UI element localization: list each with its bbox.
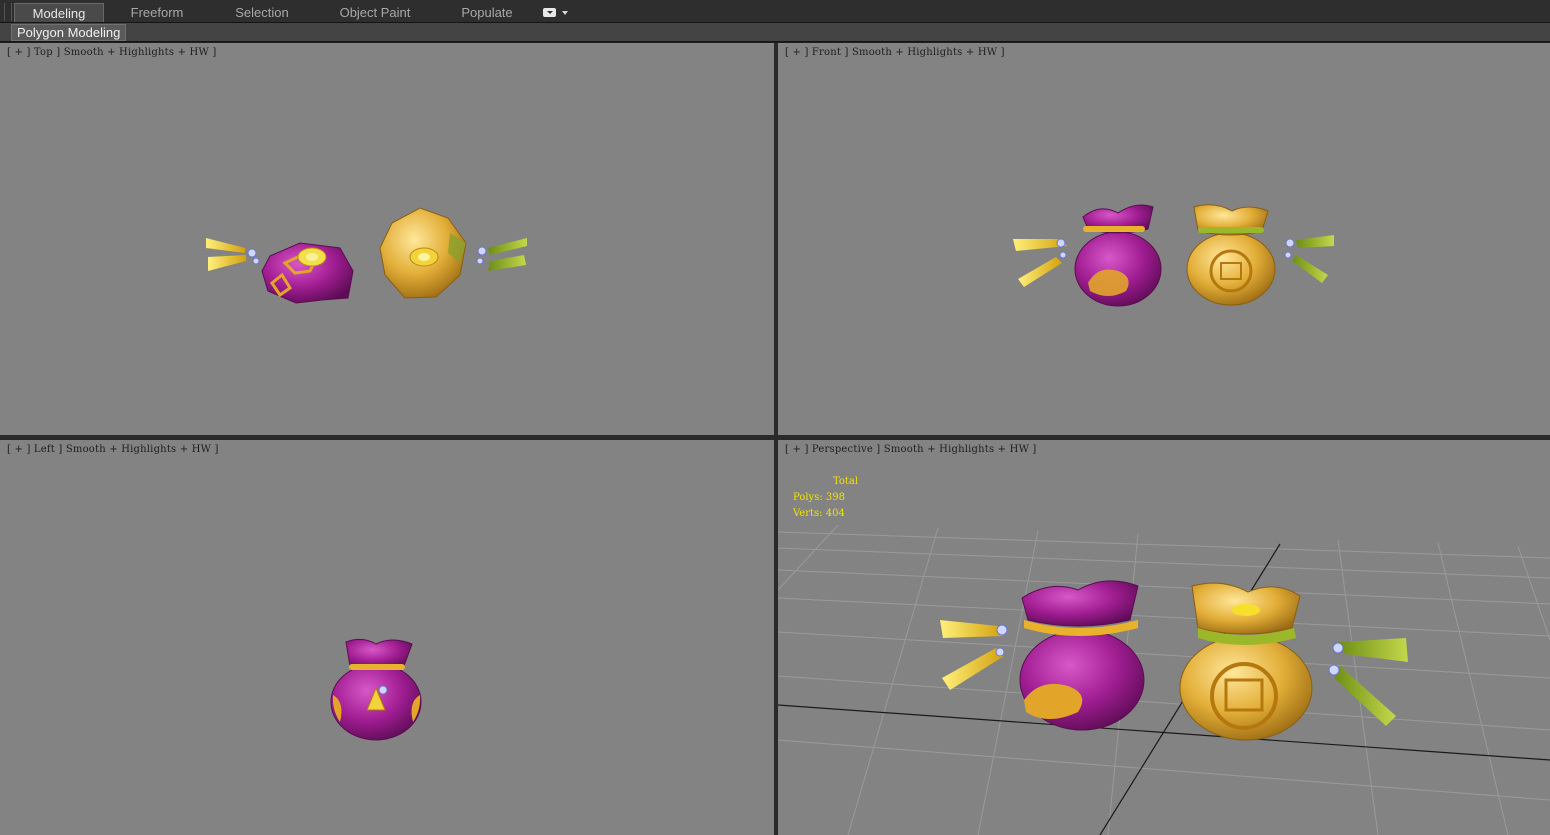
viewport-front[interactable]: [ + ] Front ] Smooth + Highlights + HW ] [778,43,1550,435]
front-view-scene [1013,204,1334,307]
left-view-scene [330,638,422,741]
viewport-perspective[interactable]: [ + ] Perspective ] Smooth + Highlights … [778,440,1550,835]
ribbon-tab-bar: Modeling Freeform Selection Object Paint… [0,0,1550,23]
ribbon-display-options-button[interactable] [543,6,571,20]
perspective-view-scene [778,524,1550,835]
polygon-modeling-panel-button[interactable]: Polygon Modeling [11,24,127,41]
ribbon-panel-bar: Polygon Modeling [0,23,1550,42]
purple-bag-front-view [1013,204,1162,307]
chevron-down-icon [562,11,568,15]
viewport-top[interactable]: [ + ] Top ] Smooth + Highlights + HW ] [0,43,774,435]
tab-populate[interactable]: Populate [452,3,522,22]
viewport-left[interactable]: [ + ] Left ] Smooth + Highlights + HW ] [0,440,774,835]
gold-bag-perspective [1179,582,1408,741]
gold-bag-top-view [379,207,527,299]
gold-bag-front-view [1186,204,1334,306]
ribbon-options-icon [543,8,556,17]
purple-bag-left-view [330,638,422,741]
tab-object-paint[interactable]: Object Paint [330,3,420,22]
home-grid [778,524,1550,835]
tab-modeling[interactable]: Modeling [14,3,104,22]
purple-bag-top-view [206,238,354,304]
tab-freeform[interactable]: Freeform [114,3,200,22]
ribbon-grip-handle[interactable] [4,3,12,21]
purple-bag-perspective [940,580,1145,731]
tab-selection[interactable]: Selection [222,3,302,22]
top-view-scene [206,207,527,304]
